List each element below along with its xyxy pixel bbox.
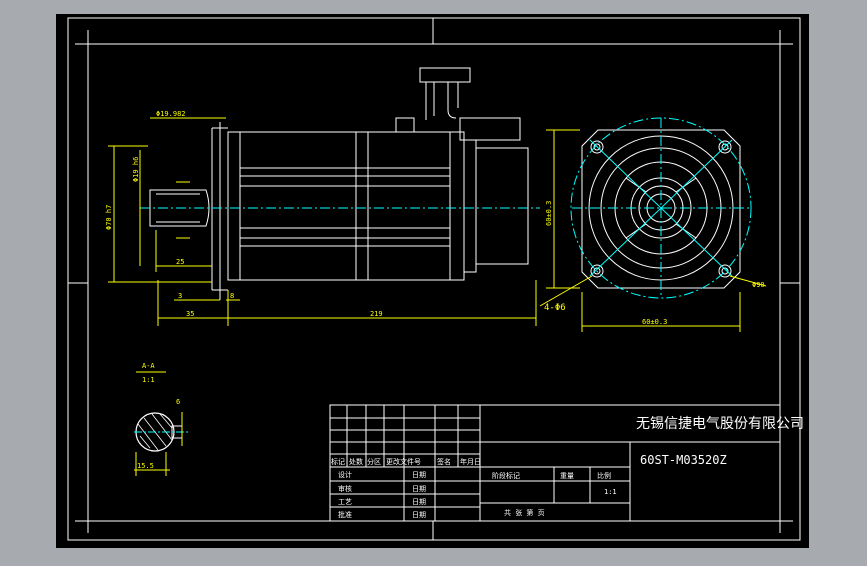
role-process: 工艺 <box>338 498 352 506</box>
dim-bolt-pcd: Φ90 <box>752 281 765 289</box>
cad-drawing: Φ19.982 Φ19 h6 Φ70 h7 25 3 8 35 219 60±0… <box>56 14 809 548</box>
date-label-3: 日期 <box>412 498 426 506</box>
dim-flange-dia: Φ19 h6 <box>132 157 140 182</box>
scale-value: 1:1 <box>604 488 617 496</box>
rev-header-date: 年月日 <box>460 457 481 466</box>
date-label-4: 日期 <box>412 511 426 519</box>
date-label-2: 日期 <box>412 485 426 493</box>
dim-shaft-len: 35 <box>186 310 194 318</box>
dim-key-width: 6 <box>176 398 180 406</box>
dim-bolt-holes: 4-Φ6 <box>544 303 566 313</box>
dim-square-h: 60±0.3 <box>642 318 667 326</box>
drawing-number: 60ST-M03520Z <box>640 453 727 467</box>
drawing-sheet <box>56 14 809 548</box>
dim-body-len: 219 <box>370 310 383 318</box>
rev-header-zone: 分区 <box>367 457 381 466</box>
cad-viewport[interactable]: Φ19.982 Φ19 h6 Φ70 h7 25 3 8 35 219 60±0… <box>0 0 867 562</box>
dim-square-v: 60±0.3 <box>545 201 553 226</box>
dim-section-depth: 15.5 <box>137 462 154 470</box>
weight-header: 重量 <box>560 472 574 480</box>
rev-header-mark: 标记 <box>331 457 345 466</box>
role-design: 设计 <box>338 470 352 479</box>
dim-flange-thk: 8 <box>230 292 234 300</box>
role-review: 审核 <box>338 484 352 493</box>
scale-header: 比例 <box>597 471 611 480</box>
section-label: A-A <box>142 362 155 370</box>
role-approve: 批准 <box>338 510 352 519</box>
sheets-label: 共 张 第 页 <box>504 508 545 517</box>
dim-pilot-dia: Φ70 h7 <box>105 205 113 230</box>
rev-header-count: 处数 <box>349 457 363 466</box>
stage-header: 阶段标记 <box>492 471 520 480</box>
rev-header-sign: 签名 <box>437 457 451 466</box>
date-label-1: 日期 <box>412 471 426 479</box>
dim-shoulder: 3 <box>178 292 182 300</box>
company-name: 无锡信捷电气股份有限公司 <box>636 416 804 432</box>
dim-shaft-dia: Φ19.982 <box>156 110 186 118</box>
dim-key-length: 25 <box>176 258 184 266</box>
rev-header-doc: 更改文件号 <box>386 457 421 466</box>
section-scale: 1:1 <box>142 376 155 384</box>
